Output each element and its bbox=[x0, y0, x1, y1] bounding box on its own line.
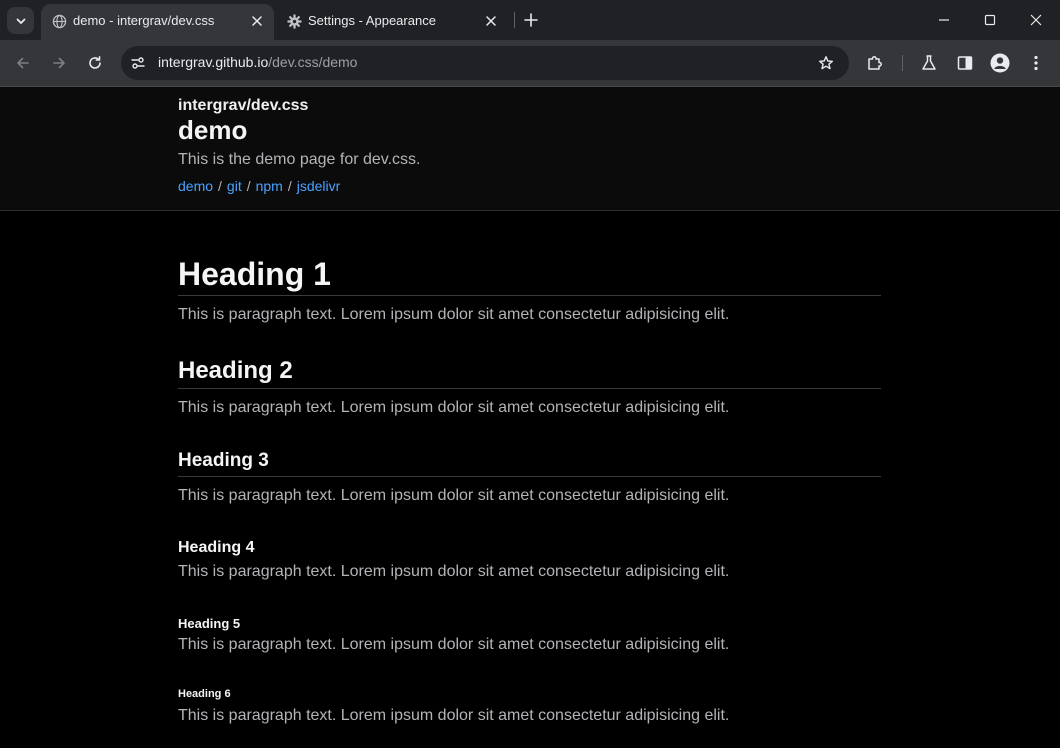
close-icon[interactable] bbox=[483, 13, 499, 29]
gear-icon bbox=[286, 13, 302, 29]
heading-2: Heading 2 bbox=[178, 357, 293, 384]
link-jsdelivr[interactable]: jsdelivr bbox=[297, 178, 341, 194]
toolbar-separator bbox=[902, 55, 903, 71]
url-path: /dev.css/demo bbox=[268, 54, 358, 70]
reload-button[interactable] bbox=[83, 51, 107, 75]
labs-button[interactable] bbox=[918, 52, 940, 74]
tab-strip: demo - intergrav/dev.css Settings - Appe… bbox=[0, 0, 1060, 40]
flask-icon bbox=[922, 55, 936, 70]
heading-rule bbox=[178, 295, 881, 296]
tab-settings[interactable]: Settings - Appearance bbox=[276, 4, 508, 40]
close-icon bbox=[1030, 14, 1042, 26]
paragraph: This is paragraph text. Lorem ipsum dolo… bbox=[178, 399, 730, 416]
paragraph: This is paragraph text. Lorem ipsum dolo… bbox=[178, 636, 730, 653]
reload-icon bbox=[89, 56, 101, 69]
address-bar[interactable]: intergrav.github.io/dev.css/demo bbox=[121, 46, 849, 80]
maximize-icon bbox=[984, 14, 996, 26]
chevron-down-icon bbox=[16, 18, 25, 24]
link-separator: / bbox=[218, 178, 222, 194]
plus-icon bbox=[524, 13, 538, 27]
arrow-left-icon bbox=[17, 57, 29, 69]
avatar-icon bbox=[990, 53, 1010, 73]
profile-button[interactable] bbox=[989, 52, 1011, 74]
back-button[interactable] bbox=[11, 51, 35, 75]
link-separator: / bbox=[246, 178, 251, 194]
heading-6: Heading 6 bbox=[178, 688, 231, 700]
tab-search-button[interactable] bbox=[7, 7, 34, 34]
site-header: intergrav/dev.css demo This is the demo … bbox=[0, 87, 1060, 211]
side-panel-button[interactable] bbox=[954, 52, 976, 74]
tab-title: Settings - Appearance bbox=[308, 13, 436, 28]
new-tab-button[interactable] bbox=[520, 9, 542, 31]
site-description: This is the demo page for dev.css. bbox=[178, 151, 421, 168]
page-viewport: intergrav/dev.css demo This is the demo … bbox=[0, 87, 1060, 748]
globe-icon bbox=[51, 13, 67, 29]
close-window-button[interactable] bbox=[1013, 0, 1059, 40]
paragraph: This is paragraph text. Lorem ipsum dolo… bbox=[178, 707, 730, 724]
heading-1: Heading 1 bbox=[178, 256, 331, 292]
tab-title: demo - intergrav/dev.css bbox=[73, 13, 215, 28]
link-git[interactable]: git bbox=[227, 178, 242, 194]
heading-5: Heading 5 bbox=[178, 616, 241, 631]
side-panel-icon bbox=[957, 56, 973, 70]
extensions-button[interactable] bbox=[864, 52, 886, 74]
link-demo[interactable]: demo bbox=[178, 178, 213, 194]
menu-button[interactable] bbox=[1025, 52, 1047, 74]
heading-3: Heading 3 bbox=[178, 450, 269, 471]
site-name: intergrav/dev.css bbox=[178, 97, 309, 114]
heading-rule bbox=[178, 388, 881, 389]
url-host: intergrav.github.io bbox=[158, 54, 269, 70]
heading-4: Heading 4 bbox=[178, 539, 255, 556]
maximize-button[interactable] bbox=[967, 0, 1013, 40]
paragraph: This is paragraph text. Lorem ipsum dolo… bbox=[178, 487, 730, 504]
tab-demo[interactable]: demo - intergrav/dev.css bbox=[41, 4, 274, 40]
site-nav-links: demo / git / npm / jsdelivr bbox=[178, 178, 340, 194]
site-info-icon[interactable] bbox=[129, 54, 147, 72]
browser-toolbar: intergrav.github.io/dev.css/demo bbox=[0, 40, 1060, 87]
heading-rule bbox=[178, 476, 881, 477]
link-npm[interactable]: npm bbox=[256, 178, 283, 194]
url-text: intergrav.github.io/dev.css/demo bbox=[158, 54, 357, 70]
close-icon[interactable] bbox=[249, 13, 265, 29]
puzzle-icon bbox=[868, 56, 882, 70]
minimize-button[interactable] bbox=[921, 0, 967, 40]
page-title: demo bbox=[178, 115, 248, 145]
tab-separator bbox=[514, 12, 515, 28]
browser-window: demo - intergrav/dev.css Settings - Appe… bbox=[0, 0, 1060, 748]
bookmark-star-icon[interactable] bbox=[817, 54, 835, 72]
paragraph: This is paragraph text. Lorem ipsum dolo… bbox=[178, 306, 730, 323]
paragraph: This is paragraph text. Lorem ipsum dolo… bbox=[178, 563, 730, 580]
more-vertical-icon bbox=[1034, 55, 1038, 71]
link-separator: / bbox=[287, 178, 292, 194]
minimize-icon bbox=[939, 19, 949, 21]
forward-button[interactable] bbox=[47, 51, 71, 75]
arrow-right-icon bbox=[53, 57, 65, 69]
